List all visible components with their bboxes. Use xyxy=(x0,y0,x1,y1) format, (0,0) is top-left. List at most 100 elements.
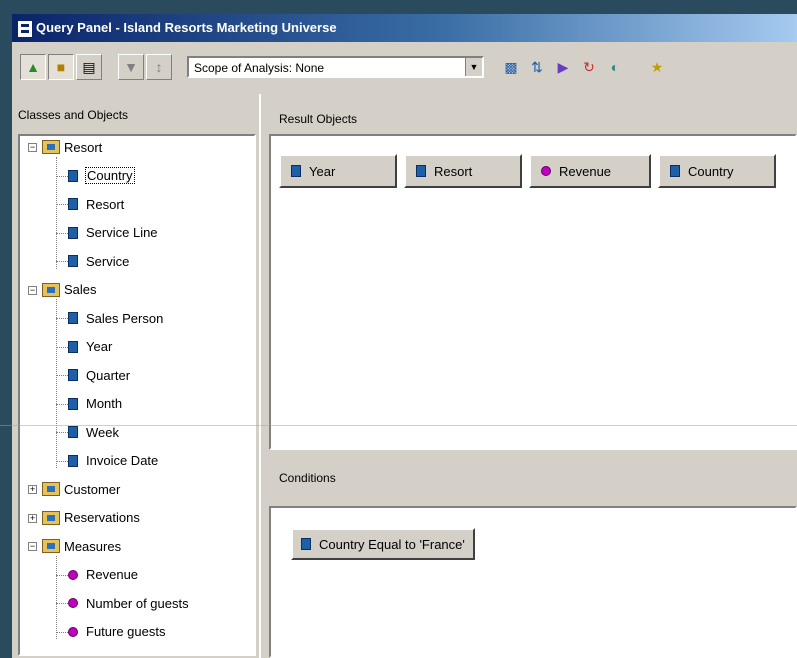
result-object-chip-year[interactable]: Year xyxy=(279,154,397,188)
expander-icon[interactable]: + xyxy=(28,485,37,494)
tree-object-revenue[interactable]: Revenue xyxy=(68,564,138,586)
classes-objects-label: Classes and Objects xyxy=(18,108,129,122)
tree-object-future-guests[interactable]: Future guests xyxy=(68,621,166,643)
dimension-icon xyxy=(291,165,301,177)
tree-object-label: Week xyxy=(86,424,119,440)
tree-connector xyxy=(56,603,68,604)
tree-connector xyxy=(56,232,68,234)
sort-icon[interactable]: ↕ xyxy=(146,54,172,80)
tree-connector xyxy=(56,299,57,468)
dimension-icon xyxy=(68,369,78,381)
dimension-icon xyxy=(301,538,311,550)
tree-object-invoice-date[interactable]: Invoice Date xyxy=(68,450,158,472)
folder-icon xyxy=(42,282,60,297)
tree-object-service[interactable]: Service xyxy=(68,250,129,272)
expander-icon[interactable]: + xyxy=(28,513,37,523)
tree-object-label: Year xyxy=(86,339,113,354)
tree-object-label: Service Line xyxy=(86,225,158,240)
expander-icon[interactable]: − xyxy=(28,143,37,152)
classes-objects-icon[interactable]: ▲ xyxy=(20,54,46,80)
tree-connector xyxy=(56,375,68,376)
expander-icon[interactable]: − xyxy=(28,285,37,295)
sql-icon[interactable]: ▩ xyxy=(498,54,524,80)
tree-object-year[interactable]: Year xyxy=(68,336,112,358)
classes-objects-tree[interactable]: − Resort Country Resort Service Line Service −… xyxy=(18,134,256,656)
tree-object-number-of-guests[interactable]: Number of guests xyxy=(68,592,189,614)
dimension-icon xyxy=(68,397,78,410)
result-objects-label: Result Objects xyxy=(279,112,358,126)
tree-object-service-line[interactable]: Service Line xyxy=(68,222,158,244)
tree-object-label: Sales Person xyxy=(86,310,164,326)
run-icon[interactable]: ▶ xyxy=(550,54,576,80)
tree-class-measures[interactable]: Measures xyxy=(42,535,121,557)
measure-icon xyxy=(68,569,78,580)
tree-class-customer[interactable]: Customer xyxy=(42,478,120,500)
folder-icon xyxy=(42,539,60,553)
tree-class-resort[interactable]: Resort xyxy=(42,136,102,158)
condition-chip[interactable]: Country Equal to 'France' xyxy=(291,528,475,560)
functions-icon[interactable]: ▤ xyxy=(76,54,102,80)
tree-connector xyxy=(56,156,57,269)
dimension-icon xyxy=(68,198,78,210)
toolbar: ▲ ■ ▤ ▼ ↕ Scope of Analysis: None ▼ ▩ ⇅ … xyxy=(12,42,797,95)
tree-class-label: Customer xyxy=(64,481,121,497)
dimension-icon xyxy=(670,165,680,177)
tree-object-label: Country xyxy=(85,167,135,184)
refresh-icon[interactable]: ↻ xyxy=(576,54,602,80)
scope-of-analysis-select[interactable]: Scope of Analysis: None ▼ xyxy=(187,56,484,78)
tree-connector xyxy=(56,175,68,177)
dimension-icon xyxy=(68,454,78,467)
dimension-icon xyxy=(68,426,78,438)
tree-object-sales-person[interactable]: Sales Person xyxy=(68,307,163,329)
result-object-label: Resort xyxy=(434,163,473,179)
result-object-chip-revenue[interactable]: Revenue xyxy=(529,154,651,188)
tree-connector xyxy=(56,403,68,405)
filter-icon[interactable]: ▼ xyxy=(118,54,144,80)
chevron-down-icon[interactable]: ▼ xyxy=(465,58,482,76)
tree-object-month[interactable]: Month xyxy=(68,393,122,415)
predefined-conditions-icon[interactable]: ■ xyxy=(48,54,74,80)
app-icon xyxy=(17,20,33,38)
tree-object-label: Resort xyxy=(86,196,125,212)
classes-objects-panel: Classes and Objects − Resort Country Resort… xyxy=(12,94,261,658)
title-bar[interactable]: Query Panel - Island Resorts Marketing U… xyxy=(12,14,797,42)
folder-icon xyxy=(42,140,60,154)
tree-connector xyxy=(56,631,68,633)
tree-class-sales[interactable]: Sales xyxy=(42,279,97,301)
tree-class-reservations[interactable]: Reservations xyxy=(42,507,140,529)
view-icon[interactable]: ◐ xyxy=(602,54,628,80)
help-icon[interactable]: ★ xyxy=(644,54,670,80)
tree-connector xyxy=(56,346,68,348)
tree-class-label: Resort xyxy=(64,139,103,155)
tree-class-label: Reservations xyxy=(64,510,140,525)
tree-connector xyxy=(56,204,68,205)
tree-object-label: Number of guests xyxy=(86,595,189,611)
measure-icon xyxy=(68,626,78,637)
query-definition-area: Result Objects Year Resort Revenue Country … xyxy=(261,94,797,658)
options-icon[interactable]: ⇅ xyxy=(524,54,550,80)
tree-object-resort[interactable]: Resort xyxy=(68,193,124,215)
result-objects-box[interactable]: Year Resort Revenue Country xyxy=(269,134,797,450)
conditions-box[interactable]: Country Equal to 'France' xyxy=(269,506,797,658)
tree-object-label: Future guests xyxy=(86,624,166,639)
result-object-chip-country[interactable]: Country xyxy=(658,154,776,188)
tree-connector xyxy=(56,318,68,319)
divider-line xyxy=(0,425,797,426)
folder-icon xyxy=(42,482,60,496)
dimension-icon xyxy=(68,226,78,239)
result-object-label: Revenue xyxy=(559,163,612,179)
measure-icon xyxy=(541,166,551,176)
result-object-label: Year xyxy=(309,163,336,179)
result-object-chip-resort[interactable]: Resort xyxy=(404,154,522,188)
result-object-label: Country xyxy=(688,163,734,179)
conditions-label: Conditions xyxy=(279,471,336,485)
folder-icon xyxy=(42,510,60,525)
tree-connector xyxy=(56,574,68,576)
tree-object-country[interactable]: Country xyxy=(68,165,135,187)
tree-object-label: Service xyxy=(86,253,130,269)
tree-object-quarter[interactable]: Quarter xyxy=(68,364,130,386)
dimension-icon xyxy=(68,255,78,267)
dimension-icon xyxy=(68,169,78,182)
tree-connector xyxy=(56,555,57,639)
expander-icon[interactable]: − xyxy=(28,542,37,551)
